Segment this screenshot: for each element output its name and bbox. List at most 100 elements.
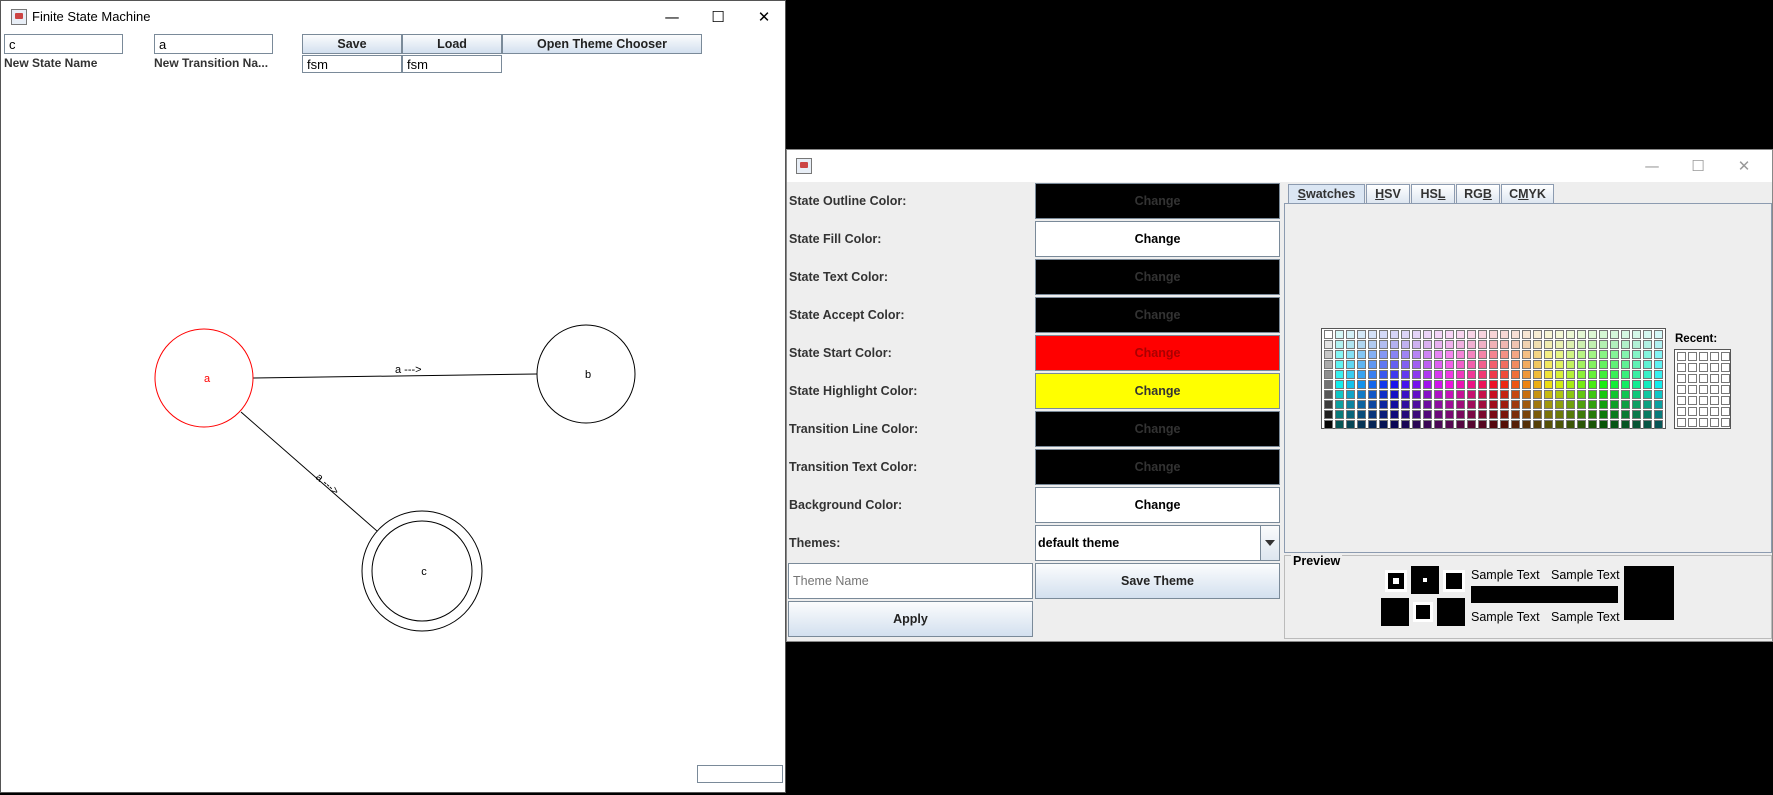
tab-rgb[interactable]: RG B (1456, 184, 1500, 203)
color-swatch[interactable] (1324, 410, 1333, 419)
theme-name-input[interactable] (788, 563, 1033, 599)
color-swatch[interactable] (1401, 350, 1410, 359)
color-swatch[interactable] (1533, 350, 1542, 359)
dropdown-arrow-icon[interactable] (1260, 526, 1279, 560)
close-button[interactable]: ✕ (1721, 150, 1767, 182)
color-swatch[interactable] (1632, 370, 1641, 379)
color-swatch[interactable] (1599, 400, 1608, 409)
color-swatch[interactable] (1533, 340, 1542, 349)
color-swatch[interactable] (1632, 410, 1641, 419)
recent-swatch[interactable] (1721, 396, 1730, 405)
color-swatch[interactable] (1533, 420, 1542, 429)
color-swatch[interactable] (1478, 340, 1487, 349)
color-swatch[interactable] (1478, 410, 1487, 419)
color-swatch[interactable] (1566, 360, 1575, 369)
recent-swatch[interactable] (1688, 352, 1697, 361)
color-swatch[interactable] (1522, 370, 1531, 379)
color-swatch[interactable] (1577, 410, 1586, 419)
color-swatch[interactable] (1489, 420, 1498, 429)
color-swatch[interactable] (1445, 360, 1454, 369)
color-swatch[interactable] (1434, 370, 1443, 379)
color-swatch[interactable] (1412, 340, 1421, 349)
color-swatch[interactable] (1566, 370, 1575, 379)
color-swatch[interactable] (1643, 420, 1652, 429)
color-swatch[interactable] (1654, 340, 1663, 349)
color-swatch[interactable] (1346, 370, 1355, 379)
color-swatch[interactable] (1423, 350, 1432, 359)
color-swatch[interactable] (1335, 370, 1344, 379)
color-swatch[interactable] (1577, 350, 1586, 359)
color-swatch[interactable] (1544, 330, 1553, 339)
color-swatch[interactable] (1379, 370, 1388, 379)
color-swatch[interactable] (1456, 370, 1465, 379)
color-swatch[interactable] (1544, 400, 1553, 409)
color-swatch[interactable] (1588, 330, 1597, 339)
color-swatch[interactable] (1335, 420, 1344, 429)
color-swatch[interactable] (1456, 340, 1465, 349)
recent-swatch[interactable] (1699, 363, 1708, 372)
color-swatch[interactable] (1357, 330, 1366, 339)
change-color-button[interactable]: Change (1035, 373, 1280, 409)
color-swatch[interactable] (1654, 330, 1663, 339)
color-swatch[interactable] (1577, 420, 1586, 429)
color-swatch[interactable] (1401, 420, 1410, 429)
recent-swatch[interactable] (1677, 385, 1686, 394)
change-color-button[interactable]: Change (1035, 259, 1280, 295)
color-swatch[interactable] (1456, 400, 1465, 409)
color-swatch[interactable] (1467, 370, 1476, 379)
color-swatch[interactable] (1423, 400, 1432, 409)
color-swatch[interactable] (1654, 380, 1663, 389)
color-swatch[interactable] (1500, 350, 1509, 359)
color-swatch[interactable] (1588, 410, 1597, 419)
recent-swatch[interactable] (1699, 385, 1708, 394)
color-swatch[interactable] (1577, 400, 1586, 409)
recent-swatch[interactable] (1721, 407, 1730, 416)
color-swatch[interactable] (1368, 390, 1377, 399)
color-swatch[interactable] (1654, 370, 1663, 379)
color-swatch[interactable] (1533, 380, 1542, 389)
close-button[interactable]: ✕ (741, 1, 787, 33)
color-swatch[interactable] (1401, 380, 1410, 389)
color-swatch[interactable] (1335, 360, 1344, 369)
color-swatch[interactable] (1423, 330, 1432, 339)
color-swatch[interactable] (1533, 390, 1542, 399)
color-swatch[interactable] (1500, 420, 1509, 429)
recent-swatch[interactable] (1688, 385, 1697, 394)
tab-hsv[interactable]: H SV (1366, 184, 1410, 203)
color-swatch[interactable] (1654, 350, 1663, 359)
save-filename-input[interactable] (302, 55, 402, 73)
color-swatch[interactable] (1489, 410, 1498, 419)
color-swatch[interactable] (1544, 340, 1553, 349)
color-swatch[interactable] (1544, 410, 1553, 419)
color-swatch[interactable] (1390, 330, 1399, 339)
color-swatch[interactable] (1489, 380, 1498, 389)
color-swatch[interactable] (1478, 390, 1487, 399)
color-swatch[interactable] (1390, 370, 1399, 379)
color-swatch[interactable] (1577, 380, 1586, 389)
color-swatch[interactable] (1621, 330, 1630, 339)
color-swatch[interactable] (1412, 410, 1421, 419)
recent-swatch[interactable] (1721, 385, 1730, 394)
color-swatch[interactable] (1610, 340, 1619, 349)
color-swatch[interactable] (1456, 390, 1465, 399)
color-swatch[interactable] (1379, 390, 1388, 399)
color-swatch[interactable] (1390, 400, 1399, 409)
color-swatch[interactable] (1335, 410, 1344, 419)
recent-swatch[interactable] (1677, 374, 1686, 383)
color-swatch[interactable] (1390, 360, 1399, 369)
color-swatch[interactable] (1335, 390, 1344, 399)
change-color-button[interactable]: Change (1035, 487, 1280, 523)
color-swatch[interactable] (1434, 360, 1443, 369)
color-swatch[interactable] (1632, 340, 1641, 349)
color-swatch[interactable] (1489, 370, 1498, 379)
color-swatch[interactable] (1423, 370, 1432, 379)
color-swatch[interactable] (1500, 370, 1509, 379)
color-swatch[interactable] (1654, 410, 1663, 419)
color-swatch[interactable] (1511, 420, 1520, 429)
color-swatch[interactable] (1335, 330, 1344, 339)
color-swatch[interactable] (1511, 400, 1520, 409)
color-swatch[interactable] (1577, 390, 1586, 399)
recent-swatch[interactable] (1677, 407, 1686, 416)
color-swatch[interactable] (1511, 360, 1520, 369)
theme-title-bar[interactable]: — ☐ ✕ (787, 150, 1772, 182)
